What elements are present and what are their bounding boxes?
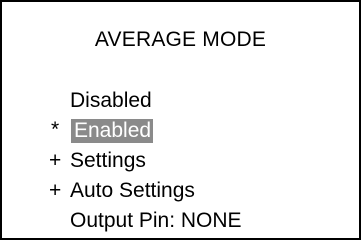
menu-item-auto-settings[interactable]: + Auto Settings [2, 179, 359, 209]
active-option-marker: * [51, 118, 60, 141]
menu-item-settings[interactable]: + Settings [2, 149, 359, 179]
menu-item-enabled[interactable]: * Enabled [2, 118, 359, 149]
menu-item-label-selected: Enabled [71, 119, 154, 143]
menu-item-label: Auto Settings [70, 179, 195, 202]
menu-item-label: Settings [70, 149, 146, 172]
submenu-marker: + [49, 149, 62, 172]
menu-item-output-pin[interactable]: Output Pin: NONE [2, 209, 359, 239]
submenu-marker: + [49, 179, 62, 202]
lcd-screen: AVERAGE MODE Disabled * Enabled + Settin… [0, 0, 361, 240]
menu-item-label: Output Pin: NONE [70, 209, 242, 232]
menu-list: Disabled * Enabled + Settings + Auto Set… [2, 89, 359, 239]
menu-item-label: Disabled [70, 89, 152, 112]
screen-title: AVERAGE MODE [94, 28, 267, 51]
menu-item-disabled[interactable]: Disabled [2, 89, 359, 119]
